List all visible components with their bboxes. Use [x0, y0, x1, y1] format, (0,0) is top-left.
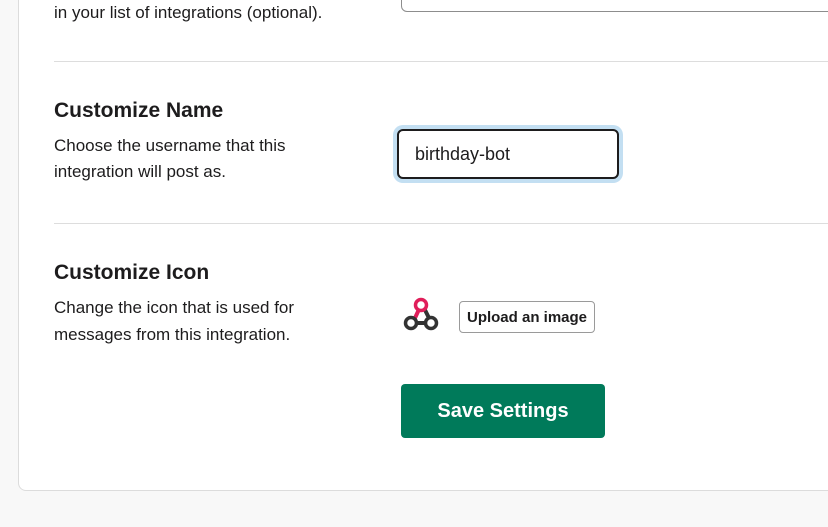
description-input[interactable]: [401, 0, 828, 12]
customize-icon-description-line1: Change the icon that is used for: [54, 298, 295, 317]
previous-section-description: in your list of integrations (optional).: [54, 3, 323, 22]
customize-icon-description-line2: messages from this integration.: [54, 325, 291, 344]
divider: [54, 61, 828, 62]
customize-name-description-line2: integration will post as.: [54, 162, 226, 181]
save-settings-button[interactable]: Save Settings: [401, 384, 605, 438]
upload-image-button[interactable]: Upload an image: [459, 301, 595, 333]
customize-icon-heading: Customize Icon: [54, 261, 210, 284]
webhook-icon: [401, 296, 441, 336]
customize-name-description-line1: Choose the username that this: [54, 136, 286, 155]
username-input[interactable]: [397, 129, 619, 179]
customize-name-heading: Customize Name: [54, 99, 224, 122]
divider: [54, 223, 828, 224]
